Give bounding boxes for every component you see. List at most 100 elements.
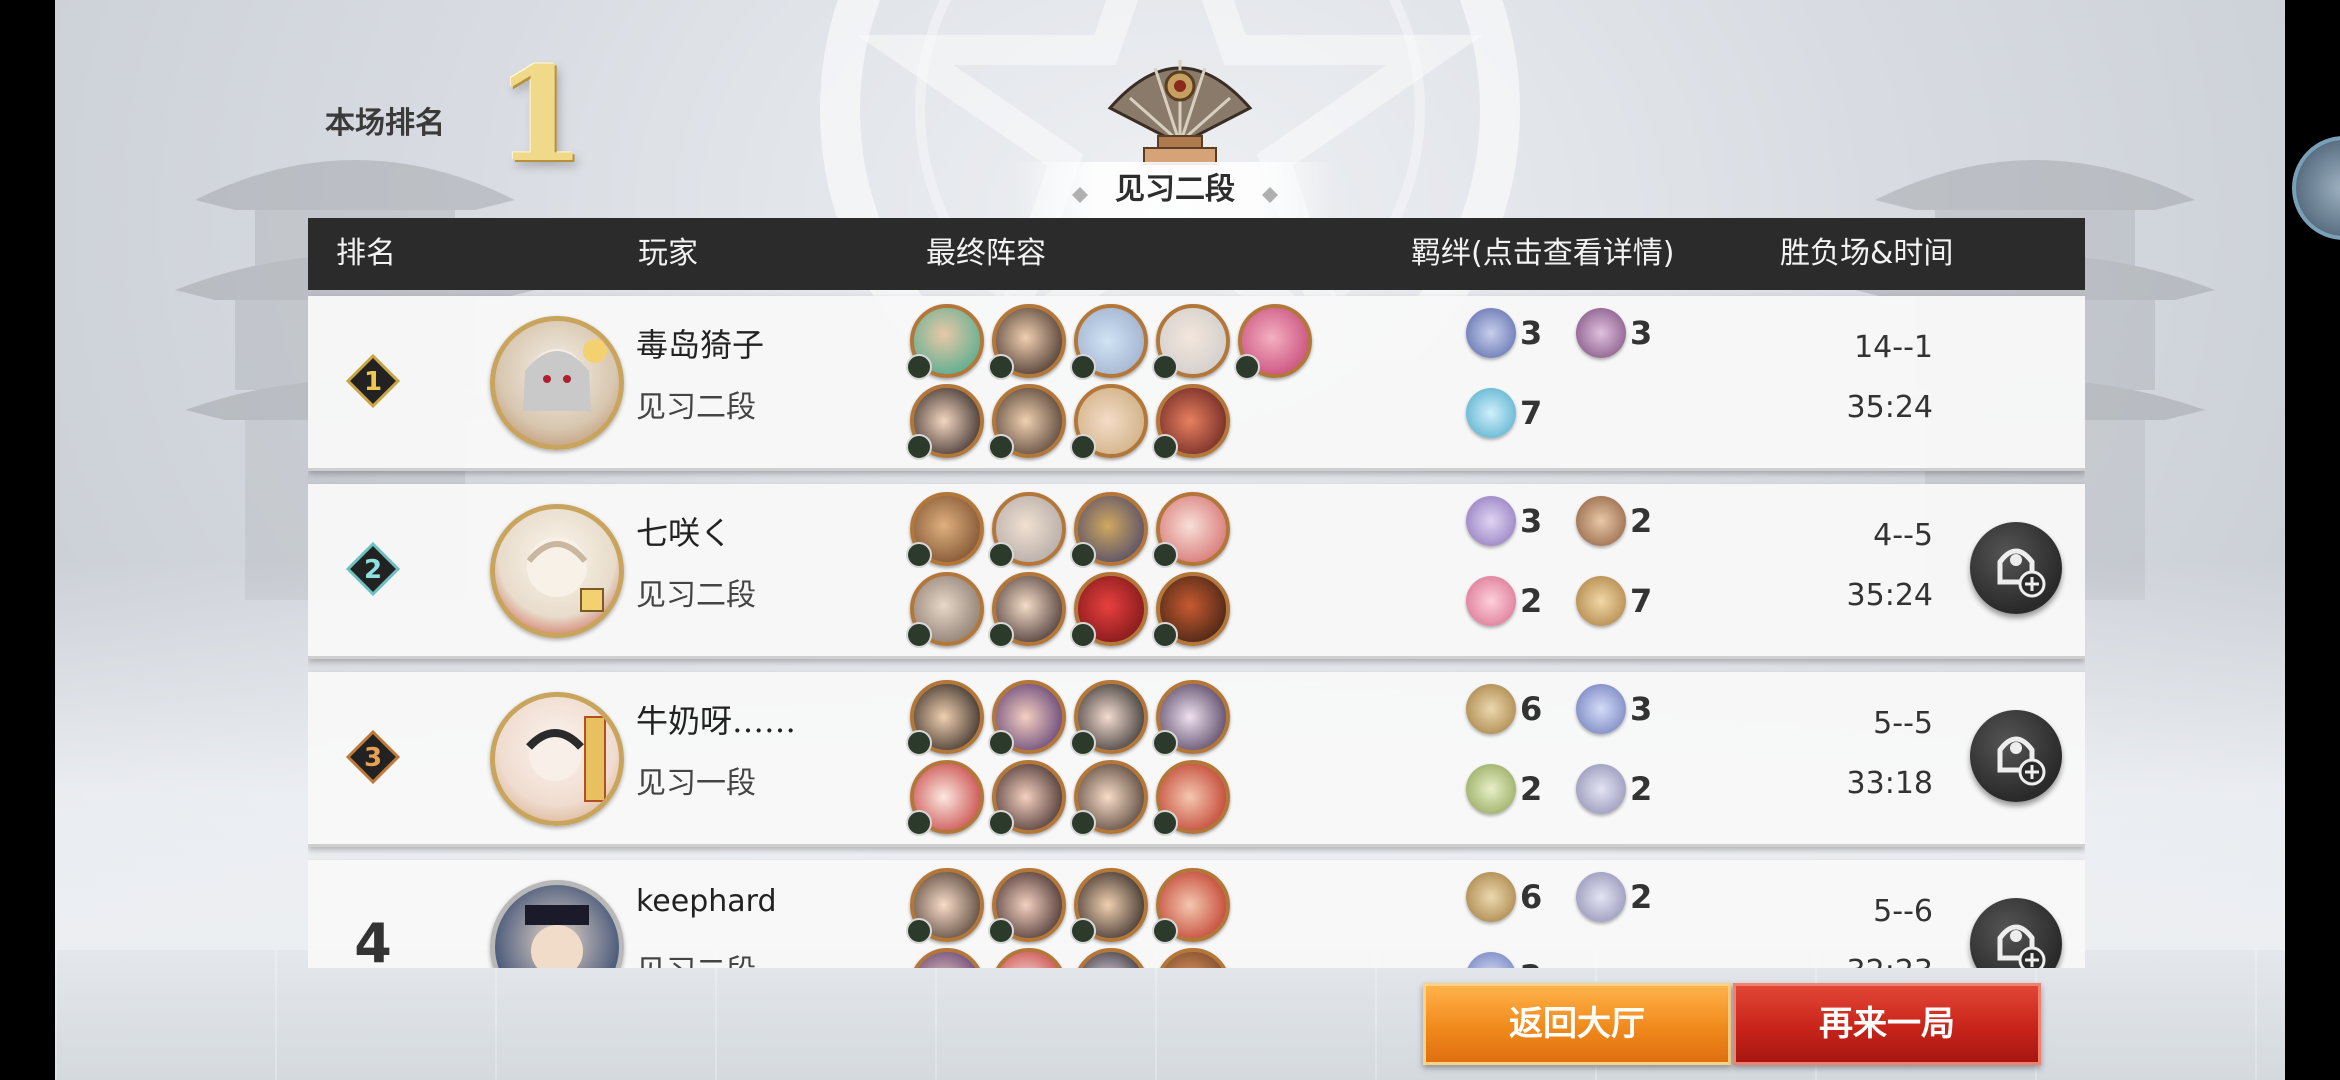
hero-portrait[interactable] <box>910 948 984 968</box>
win-loss-record: 5--6 <box>1873 894 1933 929</box>
bond-badge[interactable]: 2 <box>1466 576 1576 632</box>
hero-portrait[interactable] <box>1152 680 1230 756</box>
avatar[interactable] <box>490 504 624 638</box>
hero-portrait[interactable] <box>1070 868 1148 944</box>
svg-text:1: 1 <box>364 367 382 397</box>
snowflake-bond-icon <box>1466 388 1516 438</box>
hero-portrait[interactable] <box>1156 948 1230 968</box>
win-loss-record: 5--5 <box>1873 706 1933 741</box>
player-name: 牛奶呀…… <box>636 702 797 740</box>
hero-portrait[interactable] <box>906 572 984 648</box>
bond-badge[interactable]: 3 <box>1466 496 1576 552</box>
match-time: 32:23 <box>1733 954 1933 968</box>
bond-badge[interactable]: 3 <box>1576 684 1686 740</box>
mask-bond-icon <box>1576 576 1626 626</box>
table-row[interactable]: 2 七咲く 见习二段 3 2 2 7 4--5 35:24 <box>308 484 2085 659</box>
bond-badge[interactable]: 2 <box>1576 872 1686 928</box>
hero-portrait[interactable] <box>988 304 1066 380</box>
result-screen: 本场排名 1 见习二段 排名 玩家 最终阵容 羁绊(点击查看详情) 胜负场&时间… <box>55 0 2285 1080</box>
player-tier: 见习二段 <box>636 390 756 425</box>
hero-portrait[interactable] <box>1070 572 1148 648</box>
win-loss-record: 14--1 <box>1854 330 1933 365</box>
rank-number-plain: 4 <box>354 912 392 968</box>
hero-portrait[interactable] <box>906 304 984 380</box>
wing-bond-icon <box>1576 764 1626 814</box>
bond-badge[interactable]: 2 <box>1466 952 1576 968</box>
hero-portrait[interactable] <box>988 868 1066 944</box>
bond-badge[interactable]: 7 <box>1466 388 1576 444</box>
win-loss-record: 4--5 <box>1873 518 1933 553</box>
hero-portrait[interactable] <box>1152 492 1230 568</box>
ranking-table: 排名 玩家 最终阵容 羁绊(点击查看详情) 胜负场&时间 1 毒岛猗子 见习二段 <box>308 218 2085 968</box>
hero-portrait[interactable] <box>988 680 1066 756</box>
doll-bond-icon <box>1466 496 1516 546</box>
scroll-bond-icon <box>1466 764 1516 814</box>
coin-bond-icon <box>1466 872 1516 922</box>
bond-badge[interactable]: 3 <box>1576 308 1686 364</box>
hero-portrait[interactable] <box>1152 572 1230 648</box>
hero-portrait[interactable] <box>988 572 1066 648</box>
hero-portrait[interactable] <box>988 384 1066 460</box>
hero-portrait[interactable] <box>992 948 1066 968</box>
avatar[interactable] <box>490 692 624 826</box>
hero-portrait[interactable] <box>1070 492 1148 568</box>
hero-portrait[interactable] <box>1234 304 1312 380</box>
avatar[interactable] <box>490 880 624 968</box>
hero-portrait[interactable] <box>1152 384 1230 460</box>
hero-portrait[interactable] <box>988 492 1066 568</box>
match-time: 35:24 <box>1846 390 1933 425</box>
svg-text:3: 3 <box>364 743 382 773</box>
hero-portrait[interactable] <box>1070 384 1148 460</box>
bond-badge[interactable]: 6 <box>1466 684 1576 740</box>
svg-text:2: 2 <box>364 555 382 585</box>
hero-portrait[interactable] <box>906 868 984 944</box>
hero-portrait[interactable] <box>906 384 984 460</box>
table-row[interactable]: 1 毒岛猗子 见习二段 3 3 7 14--1 35:24 <box>308 296 2085 471</box>
table-row[interactable]: 3 牛奶呀…… 见习一段 6 3 2 2 5--5 33:18 <box>308 672 2085 847</box>
hero-portrait[interactable] <box>906 680 984 756</box>
col-player: 玩家 <box>638 236 698 271</box>
paw-bond-icon <box>1466 576 1516 626</box>
table-row[interactable]: 4 keephard 见习二段 6 <box>308 860 2085 968</box>
bond-badge[interactable]: 2 <box>1576 496 1686 552</box>
match-time: 35:24 <box>1846 578 1933 613</box>
player-tier: 见习二段 <box>636 578 756 613</box>
add-friend-icon <box>1997 736 2046 786</box>
bond-badge[interactable]: 6 <box>1466 872 1576 928</box>
tier-title: 见习二段 <box>1115 172 1235 207</box>
back-to-lobby-button[interactable]: 返回大厅 <box>1423 983 1731 1065</box>
hero-portrait[interactable] <box>1152 304 1230 380</box>
bond-badge[interactable]: 2 <box>1576 764 1686 820</box>
hero-portrait[interactable] <box>1070 304 1148 380</box>
diamond-ornament-icon <box>1262 186 1279 203</box>
avatar-art-icon <box>523 339 607 411</box>
tier-title-banner: 见习二段 <box>1015 162 1335 218</box>
col-result: 胜负场&时间 <box>1780 236 1954 271</box>
add-friend-button[interactable] <box>1970 710 2062 802</box>
player-tier: 见习二段 <box>636 946 756 968</box>
hero-portrait[interactable] <box>1070 760 1148 836</box>
col-rank: 排名 <box>336 236 396 271</box>
add-friend-button[interactable] <box>1970 522 2062 614</box>
hero-portrait[interactable] <box>1070 680 1148 756</box>
hero-portrait[interactable] <box>988 760 1066 836</box>
wing-bond-icon <box>1576 872 1626 922</box>
rank-label: 本场排名 <box>325 106 445 141</box>
avatar-art-icon <box>526 537 604 612</box>
add-friend-button[interactable] <box>1970 898 2062 968</box>
bond-badge[interactable]: 2 <box>1466 764 1576 820</box>
bond-badge[interactable]: 3 <box>1466 308 1576 364</box>
hero-portrait[interactable] <box>906 760 984 836</box>
floating-avatar-icon[interactable] <box>2292 136 2340 240</box>
avatar[interactable] <box>490 316 624 450</box>
bond-badge[interactable]: 7 <box>1576 576 1686 632</box>
hero-portrait[interactable] <box>906 492 984 568</box>
hero-portrait[interactable] <box>1074 948 1148 968</box>
hero-portrait[interactable] <box>1152 760 1230 836</box>
add-friend-icon <box>1997 924 2046 968</box>
hero-portrait[interactable] <box>1152 868 1230 944</box>
beast-bond-icon <box>1576 496 1626 546</box>
play-again-button[interactable]: 再来一局 <box>1733 983 2041 1065</box>
gold-rank-badge-icon: 1 <box>346 354 400 408</box>
player-tier: 见习一段 <box>636 766 756 801</box>
